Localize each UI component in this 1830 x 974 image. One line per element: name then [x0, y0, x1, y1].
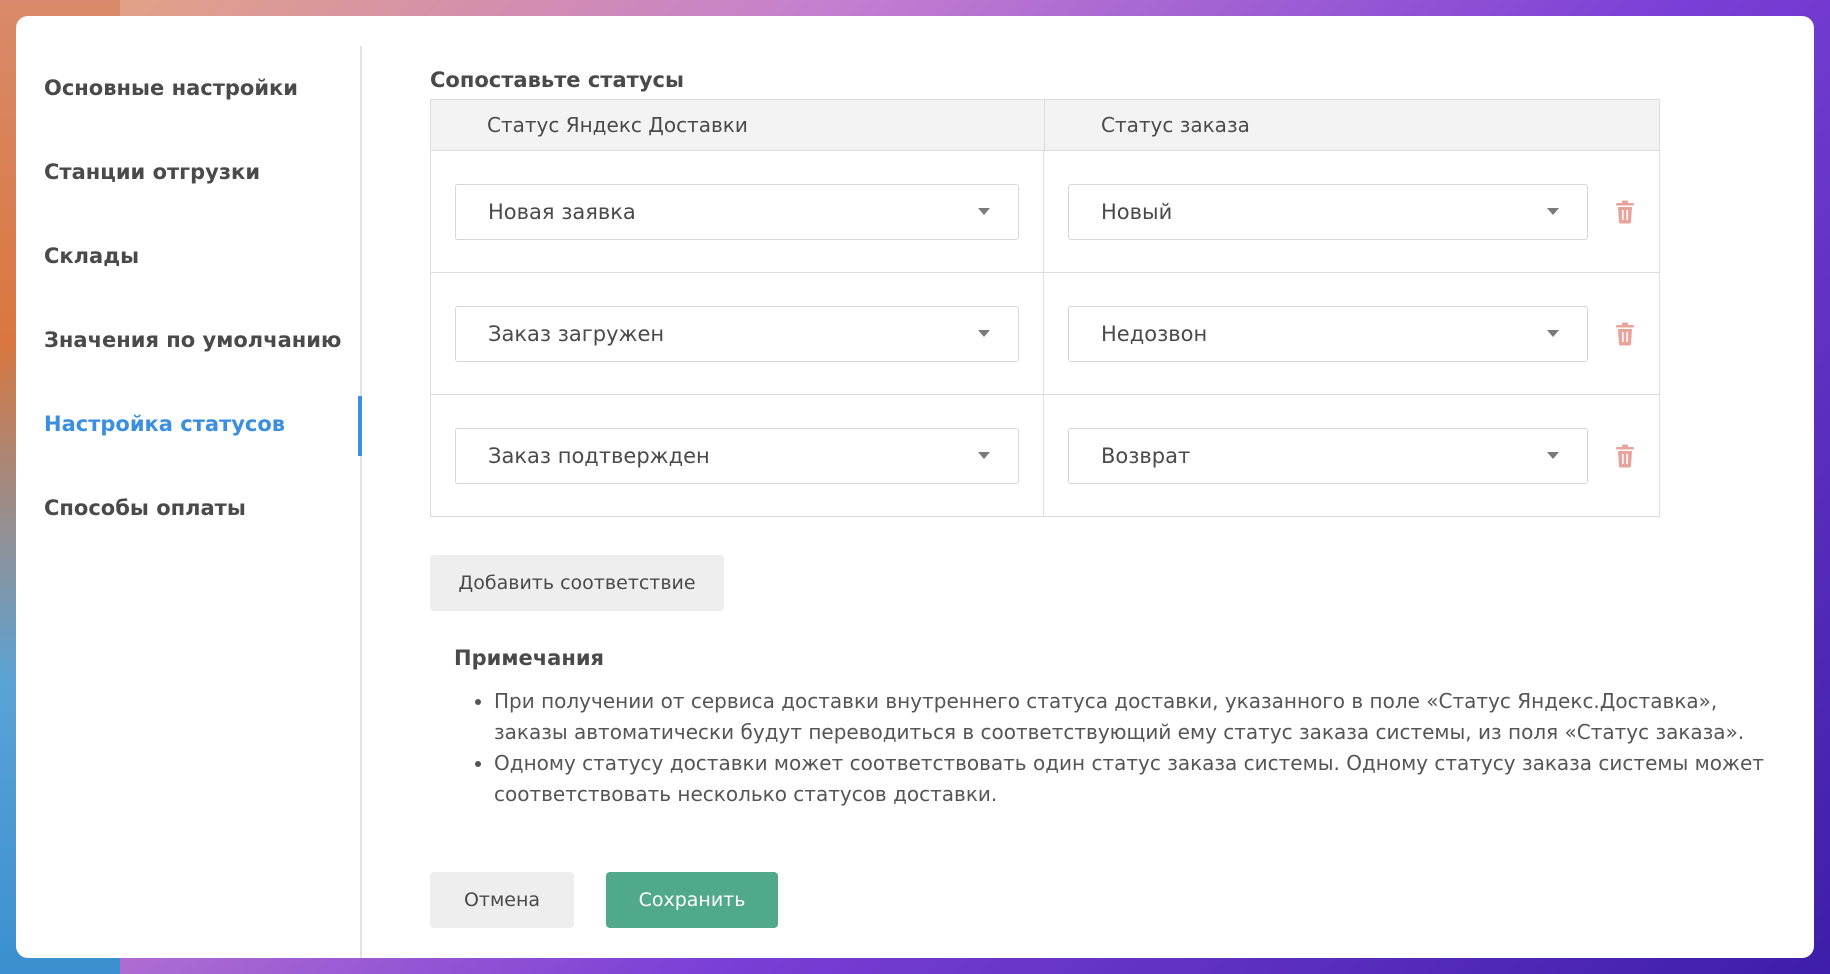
- order-status-select[interactable]: Возврат: [1068, 427, 1588, 484]
- select-value: Новый: [1101, 199, 1173, 224]
- cancel-button[interactable]: Отмена: [430, 872, 574, 928]
- status-mapping-table: Статус Яндекс Доставки Статус заказа Нов…: [430, 99, 1660, 517]
- table-row: Заказ подтвержден Возврат: [431, 395, 1659, 516]
- delivery-status-select[interactable]: Заказ загружен: [455, 305, 1019, 362]
- delivery-status-select[interactable]: Заказ подтвержден: [455, 427, 1019, 484]
- order-status-cell: Возврат: [1044, 395, 1659, 516]
- order-status-cell: Недозвон: [1044, 273, 1659, 394]
- select-value: Заказ загружен: [488, 321, 665, 346]
- select-value: Новая заявка: [488, 199, 636, 224]
- delivery-status-cell: Заказ подтвержден: [431, 395, 1044, 516]
- chevron-down-icon: [978, 208, 990, 215]
- sidebar-item-basic-settings[interactable]: Основные настройки: [16, 46, 360, 130]
- table-row: Заказ загружен Недозвон: [431, 273, 1659, 395]
- notes-title: Примечания: [454, 646, 605, 670]
- section-title: Сопоставьте статусы: [430, 68, 684, 92]
- add-mapping-button[interactable]: Добавить соответствие: [430, 555, 724, 611]
- delivery-status-cell: Заказ загружен: [431, 273, 1044, 394]
- order-status-select[interactable]: Новый: [1068, 183, 1588, 240]
- sidebar-item-payment-methods[interactable]: Способы оплаты: [16, 466, 360, 550]
- settings-sidebar: Основные настройки Станции отгрузки Скла…: [16, 46, 362, 958]
- trash-icon[interactable]: [1614, 444, 1636, 468]
- select-value: Заказ подтвержден: [488, 443, 710, 468]
- save-button[interactable]: Сохранить: [606, 872, 778, 928]
- chevron-down-icon: [978, 330, 990, 337]
- order-status-cell: Новый: [1044, 151, 1659, 272]
- order-status-select[interactable]: Недозвон: [1068, 305, 1588, 362]
- column-header-delivery-status: Статус Яндекс Доставки: [431, 100, 1045, 150]
- chevron-down-icon: [1547, 330, 1559, 337]
- trash-icon[interactable]: [1614, 200, 1636, 224]
- settings-dialog: Основные настройки Станции отгрузки Скла…: [16, 16, 1814, 958]
- sidebar-item-shipping-stations[interactable]: Станции отгрузки: [16, 130, 360, 214]
- list-item: Одному статусу доставки может соответств…: [494, 748, 1794, 810]
- delivery-status-select[interactable]: Новая заявка: [455, 183, 1019, 240]
- chevron-down-icon: [1547, 452, 1559, 459]
- select-value: Недозвон: [1101, 321, 1208, 346]
- sidebar-item-status-settings[interactable]: Настройка статусов: [16, 382, 362, 466]
- notes-list: При получении от сервиса доставки внутре…: [454, 686, 1794, 810]
- chevron-down-icon: [1547, 208, 1559, 215]
- sidebar-item-defaults[interactable]: Значения по умолчанию: [16, 298, 360, 382]
- column-header-order-status: Статус заказа: [1101, 113, 1250, 137]
- chevron-down-icon: [978, 452, 990, 459]
- sidebar-item-warehouses[interactable]: Склады: [16, 214, 360, 298]
- table-header: Статус Яндекс Доставки Статус заказа: [431, 100, 1659, 151]
- list-item: При получении от сервиса доставки внутре…: [494, 686, 1794, 748]
- table-row: Новая заявка Новый: [431, 151, 1659, 273]
- trash-icon[interactable]: [1614, 322, 1636, 346]
- select-value: Возврат: [1101, 443, 1191, 468]
- delivery-status-cell: Новая заявка: [431, 151, 1044, 272]
